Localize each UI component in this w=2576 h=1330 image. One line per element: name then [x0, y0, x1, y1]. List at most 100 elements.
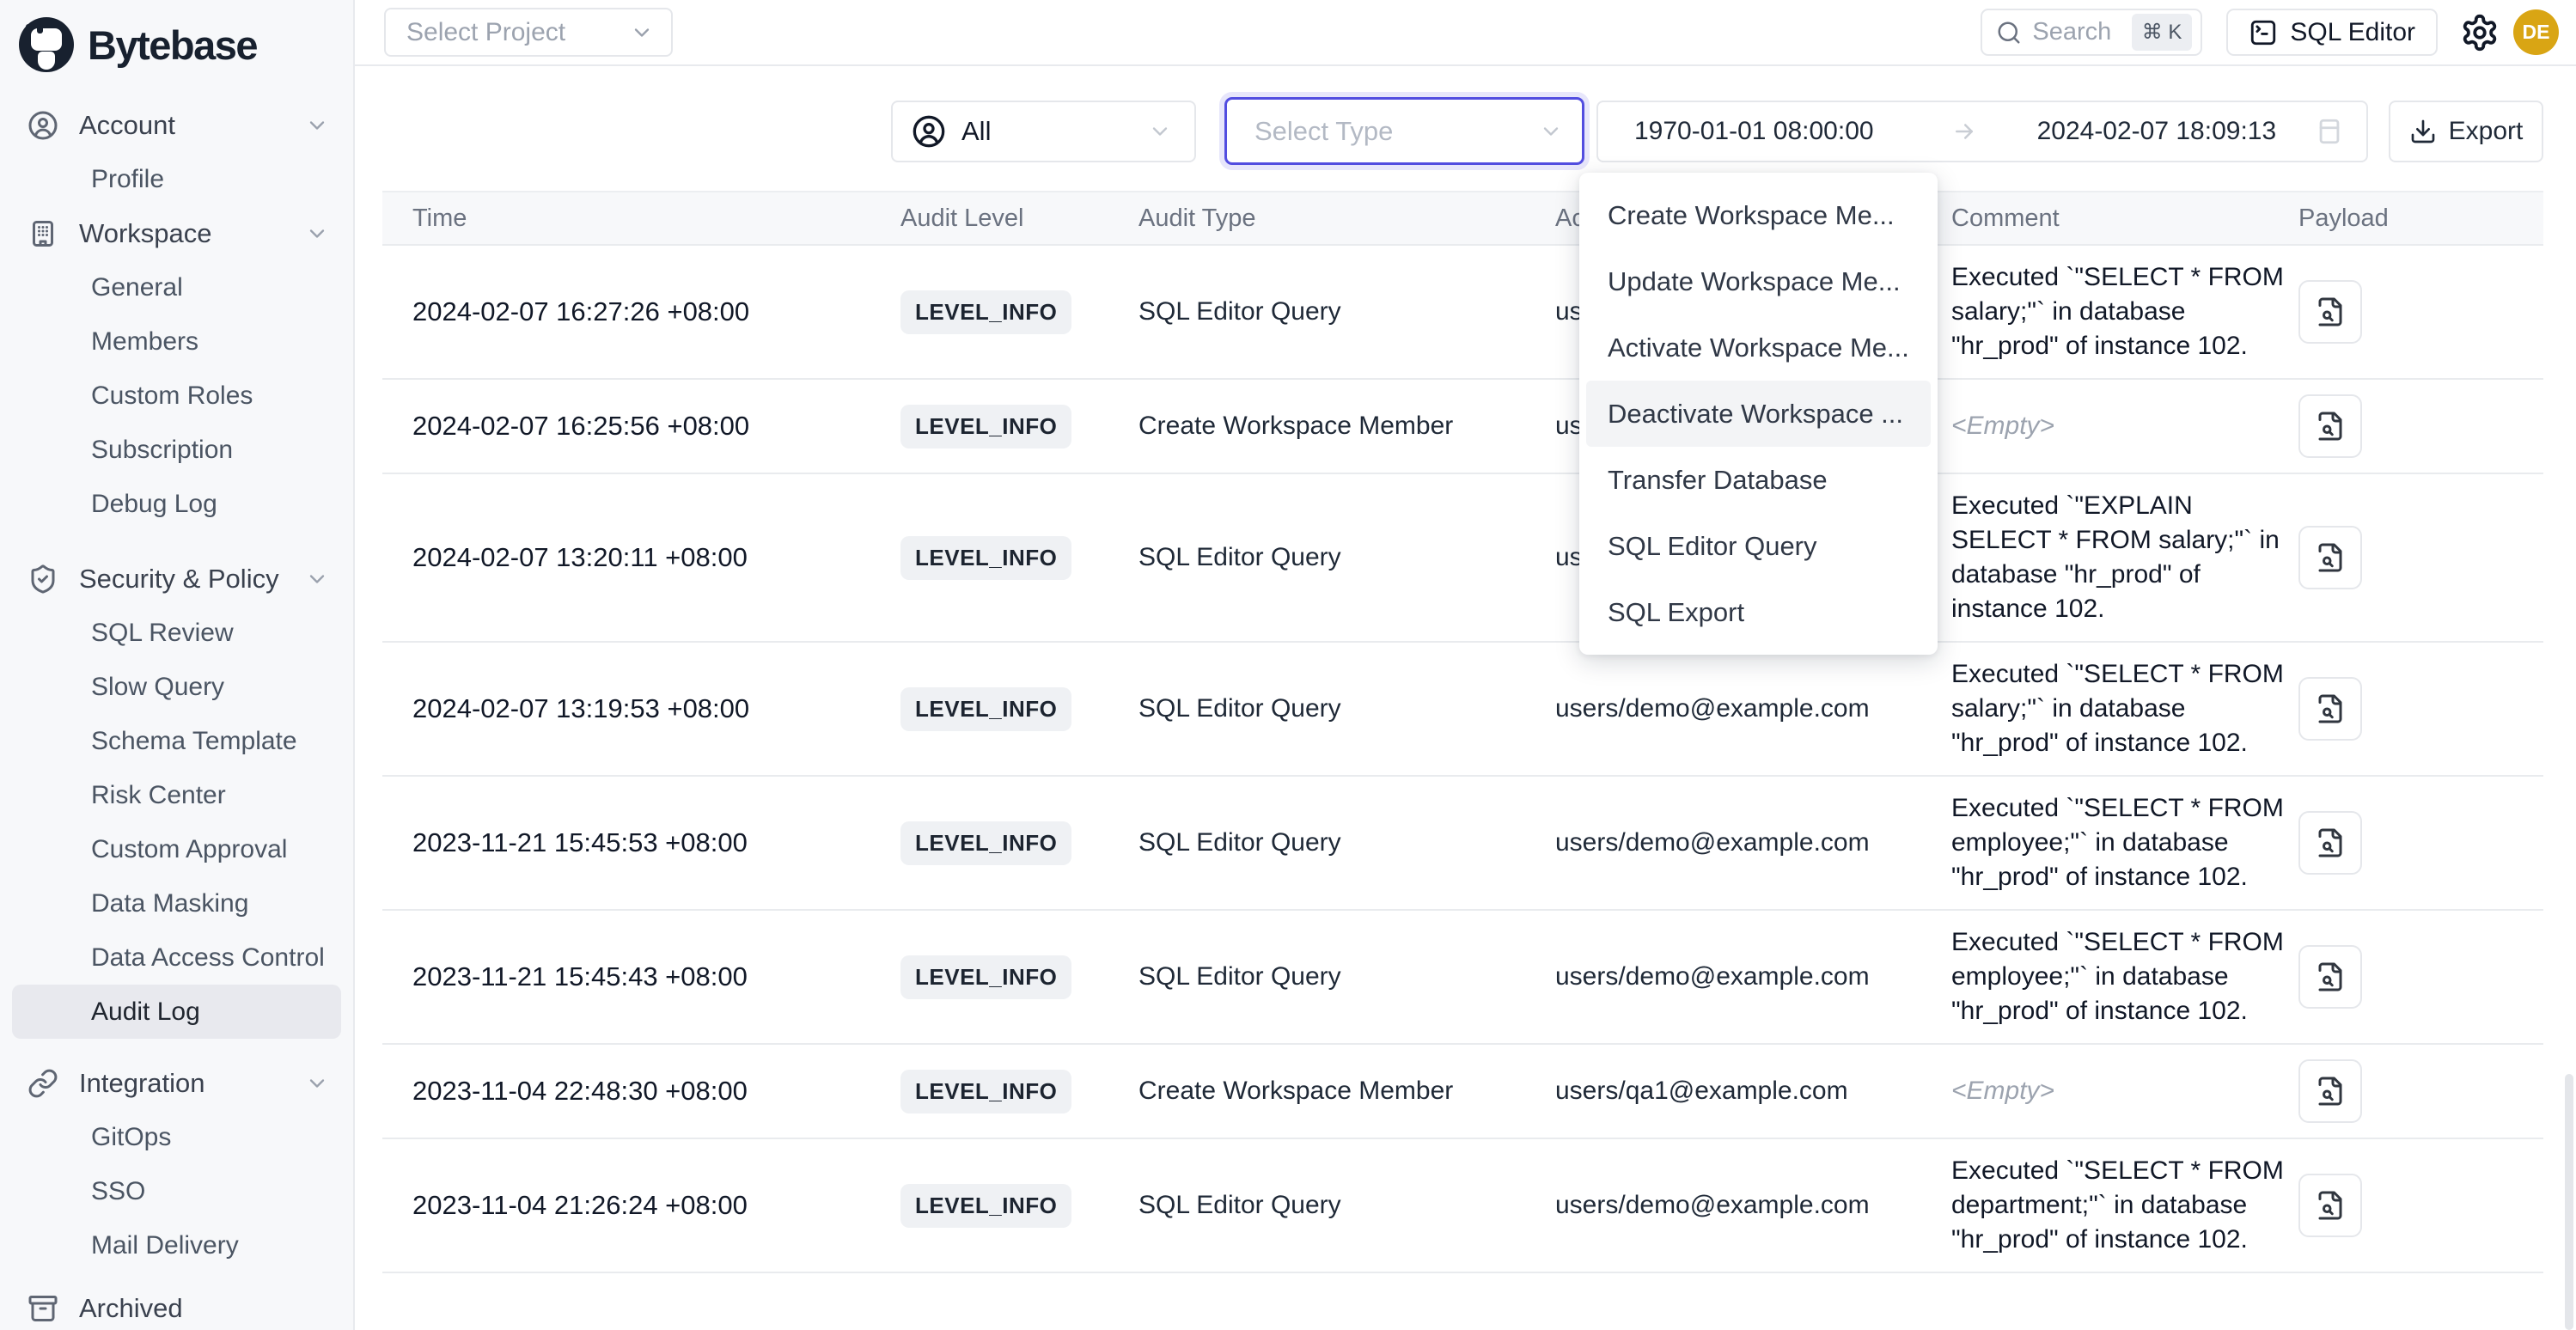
- sidebar-section-workspace[interactable]: Workspace: [0, 206, 353, 260]
- topbar-right: Search ⌘ K SQL Editor DE: [1981, 9, 2559, 56]
- row-audit-type: SQL Editor Query: [1108, 1191, 1525, 1220]
- sql-editor-button[interactable]: SQL Editor: [2226, 9, 2438, 56]
- sidebar-nav: AccountProfileWorkspaceGeneralMembersCus…: [0, 88, 353, 1330]
- file-search-icon: [2315, 961, 2346, 992]
- level-badge: LEVEL_INFO: [900, 821, 1071, 865]
- sidebar-section-archived[interactable]: Archived: [0, 1281, 353, 1330]
- file-search-icon: [2315, 542, 2346, 573]
- file-search-icon: [2315, 411, 2346, 442]
- empty-comment: <Empty>: [1951, 1077, 2054, 1105]
- gear-icon: [2460, 13, 2500, 52]
- actor-filter-select[interactable]: All: [891, 101, 1196, 162]
- sidebar-item-gitops[interactable]: GitOps: [12, 1110, 341, 1164]
- row-audit-type: SQL Editor Query: [1108, 297, 1525, 326]
- payload-view-button[interactable]: [2298, 394, 2362, 458]
- sidebar-section-security-policy[interactable]: Security & Policy: [0, 552, 353, 606]
- sidebar-item-data-access-control[interactable]: Data Access Control: [12, 930, 341, 985]
- row-audit-type: SQL Editor Query: [1108, 962, 1525, 991]
- settings-gear-button[interactable]: [2460, 13, 2500, 52]
- sidebar-item-sql-review[interactable]: SQL Review: [12, 606, 341, 660]
- dropdown-option-create-workspace-me[interactable]: Create Workspace Me...: [1586, 182, 1931, 248]
- row-comment: Executed `"SELECT * FROM employee;"` in …: [1951, 925, 2286, 1028]
- row-payload: [2286, 811, 2543, 875]
- sidebar-item-slow-query[interactable]: Slow Query: [12, 660, 341, 714]
- sidebar-item-schema-template[interactable]: Schema Template: [12, 714, 341, 768]
- column-header-audit-type: Audit Type: [1108, 204, 1525, 233]
- row-audit-level: LEVEL_INFO: [870, 405, 1108, 448]
- level-badge: LEVEL_INFO: [900, 1184, 1071, 1228]
- dropdown-option-sql-export[interactable]: SQL Export: [1586, 579, 1931, 645]
- row-audit-level: LEVEL_INFO: [870, 821, 1108, 865]
- archive-icon: [27, 1293, 60, 1324]
- project-select[interactable]: Select Project: [384, 8, 673, 57]
- dropdown-option-update-workspace-me[interactable]: Update Workspace Me...: [1586, 248, 1931, 314]
- chevron-down-icon: [630, 21, 654, 45]
- row-payload: [2286, 945, 2543, 1009]
- date-range-picker[interactable]: 1970-01-01 08:00:00 2024-02-07 18:09:13: [1596, 101, 2368, 162]
- sql-editor-label: SQL Editor: [2290, 18, 2415, 47]
- type-filter-placeholder: Select Type: [1254, 116, 1539, 147]
- sidebar-item-members[interactable]: Members: [12, 314, 341, 369]
- sidebar-section-label: Security & Policy: [79, 564, 305, 595]
- sidebar-item-subscription[interactable]: Subscription: [12, 423, 341, 477]
- search-input[interactable]: Search ⌘ K: [1981, 9, 2202, 56]
- chevron-down-icon: [305, 222, 329, 246]
- row-comment: Executed `"SELECT * FROM salary;"` in da…: [1951, 657, 2286, 760]
- export-button[interactable]: Export: [2389, 101, 2543, 162]
- project-select-placeholder: Select Project: [406, 18, 630, 47]
- payload-view-button[interactable]: [2298, 811, 2362, 875]
- sidebar-item-mail-delivery[interactable]: Mail Delivery: [12, 1218, 341, 1272]
- sidebar-section-account[interactable]: Account: [0, 98, 353, 152]
- dropdown-option-sql-editor-query[interactable]: SQL Editor Query: [1586, 513, 1931, 579]
- row-time: 2024-02-07 13:20:11 +08:00: [382, 542, 870, 573]
- dropdown-option-deactivate-workspace[interactable]: Deactivate Workspace ...: [1586, 381, 1931, 447]
- bytebase-logo-icon: [19, 17, 74, 72]
- payload-view-button[interactable]: [2298, 1059, 2362, 1123]
- payload-view-button[interactable]: [2298, 677, 2362, 741]
- table-row: 2023-11-04 21:26:24 +08:00 LEVEL_INFO SQ…: [382, 1139, 2543, 1273]
- table-row: 2023-11-04 22:48:30 +08:00 LEVEL_INFO Cr…: [382, 1045, 2543, 1139]
- level-badge: LEVEL_INFO: [900, 290, 1071, 334]
- brand[interactable]: Bytebase: [0, 12, 353, 88]
- row-actor: users/demo@example.com: [1525, 962, 1951, 991]
- payload-view-button[interactable]: [2298, 945, 2362, 1009]
- row-audit-level: LEVEL_INFO: [870, 687, 1108, 731]
- row-actor: users/demo@example.com: [1525, 694, 1951, 723]
- type-filter-select[interactable]: Select Type: [1224, 97, 1584, 165]
- row-audit-level: LEVEL_INFO: [870, 955, 1108, 999]
- payload-view-button[interactable]: [2298, 1174, 2362, 1237]
- payload-view-button[interactable]: [2298, 280, 2362, 344]
- level-badge: LEVEL_INFO: [900, 1070, 1071, 1113]
- sidebar-item-profile[interactable]: Profile: [12, 152, 341, 206]
- file-search-icon: [2315, 1190, 2346, 1221]
- row-actor: users/demo@example.com: [1525, 1191, 1951, 1220]
- sidebar-item-custom-roles[interactable]: Custom Roles: [12, 369, 341, 423]
- link-icon: [27, 1068, 60, 1099]
- row-actor: users/qa1@example.com: [1525, 1077, 1951, 1106]
- sidebar-item-risk-center[interactable]: Risk Center: [12, 768, 341, 822]
- sidebar-item-data-masking[interactable]: Data Masking: [12, 876, 341, 930]
- level-badge: LEVEL_INFO: [900, 536, 1071, 580]
- dropdown-option-transfer-database[interactable]: Transfer Database: [1586, 447, 1931, 513]
- sidebar-item-audit-log[interactable]: Audit Log: [12, 985, 341, 1039]
- row-actor: users/demo@example.com: [1525, 828, 1951, 857]
- sidebar-item-sso[interactable]: SSO: [12, 1164, 341, 1218]
- content-area: All Select Type 1970-01-01 08:00:00 2024…: [355, 66, 2576, 1330]
- terminal-icon: [2249, 18, 2278, 47]
- row-audit-level: LEVEL_INFO: [870, 1070, 1108, 1113]
- date-to: 2024-02-07 18:09:13: [2037, 117, 2277, 146]
- sidebar-item-general[interactable]: General: [12, 260, 341, 314]
- row-comment: Executed `"SELECT * FROM department;"` i…: [1951, 1154, 2286, 1257]
- sidebar-section-label: Workspace: [79, 218, 305, 249]
- row-comment: <Empty>: [1951, 1074, 2286, 1108]
- sidebar-section-integration[interactable]: Integration: [0, 1056, 353, 1110]
- vertical-scrollbar[interactable]: [2565, 1074, 2573, 1330]
- sidebar-item-debug-log[interactable]: Debug Log: [12, 477, 341, 531]
- table-row: 2023-11-21 15:45:43 +08:00 LEVEL_INFO SQ…: [382, 911, 2543, 1045]
- sidebar-item-custom-approval[interactable]: Custom Approval: [12, 822, 341, 876]
- level-badge: LEVEL_INFO: [900, 955, 1071, 999]
- dropdown-option-activate-workspace-me[interactable]: Activate Workspace Me...: [1586, 314, 1931, 381]
- level-badge: LEVEL_INFO: [900, 405, 1071, 448]
- payload-view-button[interactable]: [2298, 526, 2362, 589]
- user-avatar[interactable]: DE: [2513, 9, 2559, 55]
